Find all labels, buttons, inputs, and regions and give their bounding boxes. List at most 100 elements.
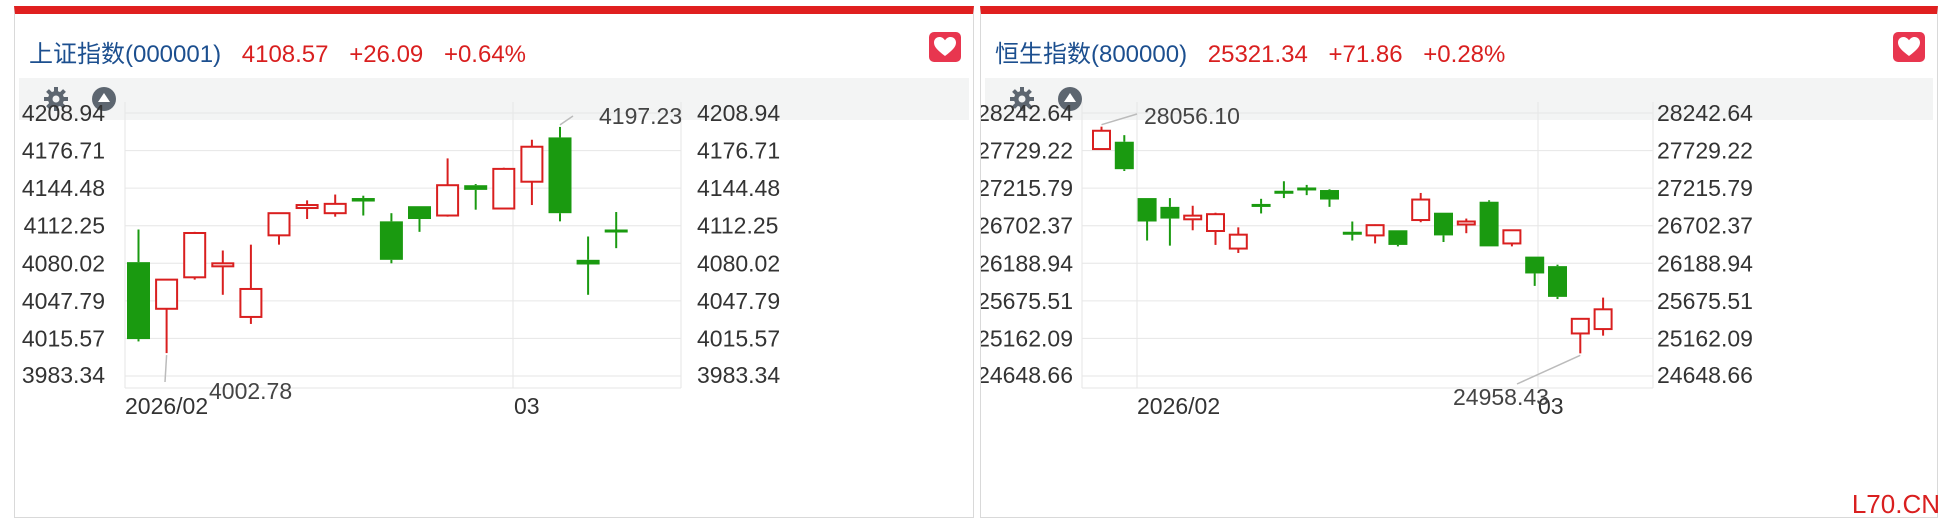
candle-body [464, 185, 488, 190]
candle-body [1342, 231, 1362, 235]
candle [155, 278, 179, 354]
candle-body [1411, 198, 1431, 222]
candle [239, 244, 263, 324]
candle [1183, 205, 1203, 231]
candle [127, 229, 150, 342]
max-value-label: 4197.23 [599, 103, 682, 129]
candle [183, 231, 207, 280]
y-tick-label-right: 25675.51 [1657, 288, 1753, 314]
candle [1320, 189, 1339, 207]
y-tick-label-left: 24648.66 [981, 362, 1073, 388]
candle [408, 206, 431, 232]
candle-body [436, 184, 460, 217]
candle [1137, 198, 1157, 241]
candle [1525, 256, 1545, 286]
y-tick-label-right: 3983.34 [697, 362, 780, 388]
candle [1297, 184, 1317, 196]
candle [1206, 212, 1225, 245]
y-tick-label-right: 25162.09 [1657, 325, 1753, 351]
candle [1570, 317, 1590, 354]
candle [1434, 212, 1453, 242]
candle-body [520, 145, 544, 183]
candle-body [1548, 266, 1567, 297]
candle [267, 212, 291, 245]
candle-body [267, 212, 291, 237]
candle [520, 139, 544, 206]
max-annotation-line [1101, 113, 1138, 126]
y-tick-label-left: 26188.94 [981, 250, 1073, 276]
candle [379, 213, 403, 264]
y-tick-label-right: 4080.02 [697, 250, 780, 276]
x-tick-label: 2026/02 [1137, 393, 1220, 419]
y-tick-label-right: 27729.22 [1657, 138, 1753, 164]
candle-body [1297, 187, 1317, 191]
candle [1502, 229, 1522, 247]
candlestick-chart-shanghai[interactable]: 4208.94 4208.94 4176.71 4176.71 4144.48 4144.… [15, 14, 973, 518]
y-tick-label-left: 4208.94 [22, 100, 105, 126]
candle-body [295, 204, 319, 210]
min-value-label: 4002.78 [209, 378, 292, 404]
candle-body [1320, 190, 1339, 200]
candle-body [1570, 317, 1590, 335]
candle-body [1274, 190, 1294, 194]
min-annotation-line [164, 355, 168, 383]
candle-body [379, 221, 403, 260]
candle-body [1160, 206, 1180, 219]
y-tick-label-right: 4144.48 [697, 175, 780, 201]
candle-body [155, 278, 179, 310]
candle [464, 184, 488, 210]
candle [323, 194, 347, 217]
candle-body [1502, 229, 1522, 245]
candle-body [1525, 256, 1545, 274]
y-tick-label-left: 4015.57 [22, 325, 105, 351]
candle-body [1365, 224, 1385, 237]
candlestick-chart-hangseng[interactable]: 28242.64 28242.64 27729.22 27729.22 27215.79… [981, 14, 1937, 518]
candle-body [408, 206, 431, 220]
candle-body [1114, 141, 1134, 170]
y-tick-label-right: 4047.79 [697, 288, 780, 314]
y-tick-label-right: 4112.25 [697, 213, 778, 239]
candle [1251, 198, 1271, 214]
y-tick-label-left: 4144.48 [22, 175, 105, 201]
candle [604, 212, 628, 249]
candle-body [1137, 198, 1157, 222]
y-tick-label-left: 26702.37 [981, 213, 1073, 239]
candle-body [1479, 201, 1499, 247]
candle-body [1206, 213, 1225, 233]
y-tick-label-left: 4080.02 [22, 250, 105, 276]
candle-body [1434, 212, 1453, 236]
candle [351, 195, 375, 216]
candle [295, 200, 319, 220]
candle-body [492, 167, 516, 210]
candle [1411, 192, 1431, 223]
candle-body [548, 137, 572, 214]
y-tick-label-right: 26702.37 [1657, 213, 1753, 239]
candle [211, 250, 235, 295]
y-tick-label-right: 26188.94 [1657, 250, 1753, 276]
candle-body [1251, 203, 1271, 207]
y-tick-label-left: 3983.34 [22, 362, 105, 388]
y-tick-label-left: 25675.51 [981, 288, 1073, 314]
candle-body [1388, 230, 1408, 245]
watermark-text: L70.CN [1851, 489, 1940, 519]
y-tick-label-right: 4208.94 [697, 100, 780, 126]
candle [436, 158, 460, 217]
candle-body [239, 287, 263, 318]
y-tick-label-left: 27215.79 [981, 175, 1073, 201]
candle [1114, 135, 1134, 172]
candle-body [211, 262, 235, 268]
y-tick-label-left: 4176.71 [22, 138, 105, 164]
candle [1548, 264, 1567, 300]
y-tick-label-right: 4015.57 [697, 325, 780, 351]
x-tick-label: 03 [514, 393, 540, 419]
y-tick-label-left: 27729.22 [981, 138, 1073, 164]
y-tick-label-right: 4176.71 [697, 138, 780, 164]
candle-body [183, 232, 207, 279]
candle-body [127, 262, 150, 340]
x-tick-label: 2026/02 [125, 393, 208, 419]
min-annotation-line [1516, 354, 1581, 385]
candle [1092, 126, 1111, 151]
candle [548, 126, 572, 222]
y-tick-label-left: 28242.64 [981, 100, 1073, 126]
candle-body [604, 229, 628, 233]
